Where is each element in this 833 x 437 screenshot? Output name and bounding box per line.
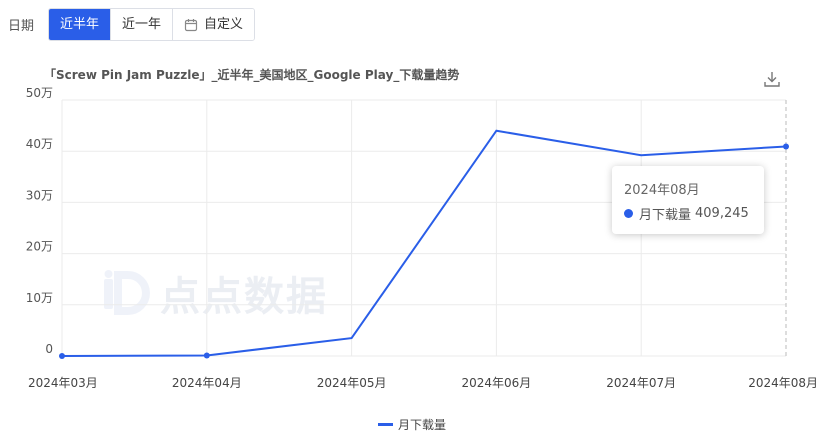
x-tick-label: 2024年07月 (606, 376, 676, 390)
data-point (203, 352, 210, 359)
data-point (783, 143, 789, 150)
x-tick-label: 2024年04月 (172, 376, 242, 390)
y-tick-label: 50万 (26, 86, 53, 100)
data-point (59, 353, 65, 359)
tooltip-row: 月下载量 409,245 (624, 204, 752, 223)
legend-line-icon (378, 423, 393, 426)
legend-label: 月下载量 (398, 418, 447, 432)
tooltip-title: 2024年08月 (624, 183, 700, 198)
chart-legend[interactable]: 月下载量 (378, 416, 446, 433)
y-axis-ticks: 0 10万 20万 30万 40万 50万 (26, 86, 53, 356)
y-tick-label: 30万 (26, 188, 53, 202)
y-tick-label: 0 (45, 342, 53, 356)
series-line (61, 129, 787, 357)
y-tick-label: 10万 (26, 291, 53, 305)
tooltip-series-name: 月下载量 (639, 208, 692, 223)
x-tick-label: 2024年08月 (748, 376, 818, 390)
x-axis-ticks: 2024年03月 2024年04月 2024年05月 2024年06月 2024年07月… (28, 376, 818, 390)
y-tick-label: 20万 (26, 240, 53, 254)
x-tick-label: 2024年06月 (461, 376, 531, 390)
chart-tooltip: 2024年08月 月下载量 409,245 (612, 166, 764, 234)
tooltip-value: 409,245 (695, 206, 749, 221)
x-tick-label: 2024年05月 (317, 376, 387, 390)
chart-series (59, 129, 789, 359)
y-tick-label: 40万 (26, 137, 53, 151)
tooltip-series-dot (624, 209, 633, 218)
x-tick-label: 2024年03月 (28, 376, 98, 390)
